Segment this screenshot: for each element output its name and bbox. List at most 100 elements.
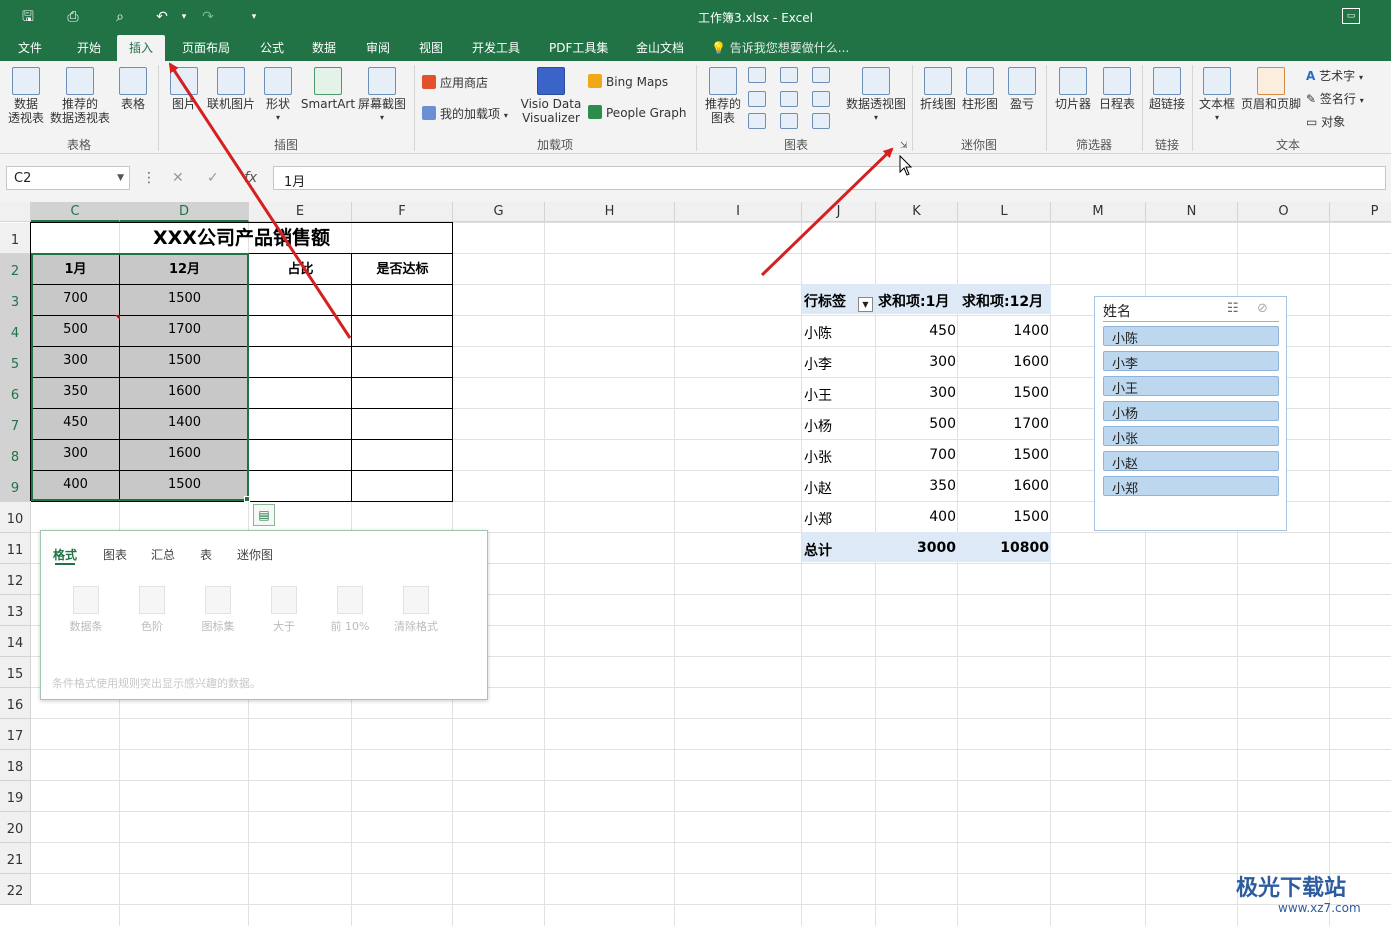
qa-data-bars[interactable]: 数据条 (56, 586, 116, 634)
shapes-button[interactable]: 形状 ▾ (262, 67, 294, 125)
qa-tab-charts[interactable]: 图表 (103, 546, 127, 563)
sparkline-line-button[interactable]: 折线图 (918, 67, 958, 111)
qa-top-10[interactable]: 前 10% (320, 586, 380, 634)
multi-select-icon[interactable]: ☷ (1227, 301, 1239, 316)
column-header-l[interactable]: L (958, 202, 1051, 222)
tab-kingsoft-docs[interactable]: 金山文档 (636, 39, 684, 56)
qa-tab-tables[interactable]: 表 (200, 546, 212, 563)
pivot-total-jan[interactable]: 3000 (876, 540, 956, 556)
tab-review[interactable]: 审阅 (366, 39, 390, 56)
recommended-pivot-button[interactable]: 推荐的 数据透视表 (48, 67, 112, 125)
pivot-row-dec[interactable]: 1600 (958, 478, 1049, 494)
formula-input[interactable]: 1月 (273, 166, 1386, 190)
waterfall-chart-icon[interactable] (812, 67, 830, 83)
cancel-icon[interactable]: ✕ (172, 170, 184, 186)
sparkline-winloss-button[interactable]: 盈亏 (1004, 67, 1040, 111)
pivot-row-jan[interactable]: 700 (876, 447, 956, 463)
pivot-row-jan[interactable]: 400 (876, 509, 956, 525)
column-header-e[interactable]: E (249, 202, 352, 222)
qa-icon-set[interactable]: 图标集 (188, 586, 248, 634)
recommended-charts-button[interactable]: 推荐的 图表 (702, 67, 744, 125)
row-header-12[interactable]: 12 (0, 564, 31, 595)
picture-button[interactable]: 图片 (168, 67, 200, 111)
qa-tab-totals[interactable]: 汇总 (151, 546, 175, 563)
row-header-18[interactable]: 18 (0, 750, 31, 781)
qa-tab-format[interactable]: 格式 (53, 546, 77, 563)
pie-chart-icon[interactable] (748, 113, 766, 129)
row-header-22[interactable]: 22 (0, 874, 31, 905)
row-header-1[interactable]: 1 (0, 223, 31, 254)
hierarchy-chart-icon[interactable] (780, 67, 798, 83)
table-header-cell[interactable]: 占比 (249, 254, 352, 285)
tab-page-layout[interactable]: 页面布局 (182, 39, 230, 56)
row-header-19[interactable]: 19 (0, 781, 31, 812)
header-footer-button[interactable]: 页眉和页脚 (1240, 67, 1302, 111)
line-chart-icon[interactable] (748, 91, 766, 107)
pivot-sum-dec-header[interactable]: 求和项:12月 (962, 291, 1043, 311)
error-indicator-icon[interactable] (115, 315, 120, 320)
smartart-button[interactable]: SmartArt (300, 67, 356, 111)
column-header-c[interactable]: C (31, 202, 120, 222)
column-header-p[interactable]: P (1330, 202, 1391, 222)
row-header-9[interactable]: 9 (0, 471, 31, 502)
tab-insert[interactable]: 插入 (117, 35, 166, 61)
visio-visualizer-button[interactable]: Visio Data Visualizer (520, 67, 582, 125)
column-chart-icon[interactable] (748, 67, 766, 83)
slicer-item[interactable]: 小张 (1103, 426, 1279, 447)
tab-data[interactable]: 数据 (312, 39, 336, 56)
row-header-10[interactable]: 10 (0, 502, 31, 533)
row-header-6[interactable]: 6 (0, 378, 31, 409)
hyperlink-button[interactable]: 超链接 (1146, 67, 1188, 111)
scatter-chart-icon[interactable] (780, 113, 798, 129)
screenshot-button[interactable]: 屏幕截图 ▾ (356, 67, 408, 125)
column-header-h[interactable]: H (545, 202, 675, 222)
pivot-row-name[interactable]: 小郑 (804, 509, 832, 529)
pivot-row-label[interactable]: 行标签 (804, 291, 846, 311)
tab-developer[interactable]: 开发工具 (472, 39, 520, 56)
qa-greater-than[interactable]: 大于 (254, 586, 314, 634)
row-header-16[interactable]: 16 (0, 688, 31, 719)
pivot-row-dec[interactable]: 1500 (958, 509, 1049, 525)
table-header-cell[interactable]: 是否达标 (352, 254, 453, 285)
object-button[interactable]: ▭ 对象 (1306, 113, 1345, 130)
tab-formulas[interactable]: 公式 (260, 39, 284, 56)
pivot-row-name[interactable]: 小杨 (804, 416, 832, 436)
column-header-d[interactable]: D (120, 202, 249, 222)
tell-me-search[interactable]: 💡 告诉我您想要做什么... (711, 39, 849, 56)
combo-chart-icon[interactable] (812, 91, 830, 107)
pivot-row-dec[interactable]: 1400 (958, 323, 1049, 339)
slicer-item[interactable]: 小陈 (1103, 326, 1279, 347)
row-header-13[interactable]: 13 (0, 595, 31, 626)
quick-analysis-icon[interactable]: ▤ (253, 504, 275, 526)
worksheet-grid[interactable]: CDEFGHIJKLMNOP 1 2 3 4 5 6 7 8 9 10 11 12 13 14 15 16 17… (0, 202, 1391, 926)
row-header-17[interactable]: 17 (0, 719, 31, 750)
pivot-sum-jan-header[interactable]: 求和项:1月 (878, 291, 949, 311)
my-addins-button[interactable]: 我的加载项 ▾ (422, 105, 508, 122)
column-header-g[interactable]: G (453, 202, 545, 222)
slicer-item[interactable]: 小王 (1103, 376, 1279, 397)
row-header-5[interactable]: 5 (0, 347, 31, 378)
row-header-21[interactable]: 21 (0, 843, 31, 874)
table-button[interactable]: 表格 (116, 67, 150, 111)
pivot-row-dec[interactable]: 1500 (958, 447, 1049, 463)
qa-clear-format[interactable]: 清除格式 (386, 586, 446, 634)
tab-view[interactable]: 视图 (419, 39, 443, 56)
row-header-15[interactable]: 15 (0, 657, 31, 688)
row-header-8[interactable]: 8 (0, 440, 31, 471)
slicer-item[interactable]: 小杨 (1103, 401, 1279, 422)
qa-tab-sparklines[interactable]: 迷你图 (237, 546, 273, 563)
people-graph-button[interactable]: People Graph (588, 105, 687, 120)
slicer-item[interactable]: 小李 (1103, 351, 1279, 372)
pivot-row-jan[interactable]: 300 (876, 354, 956, 370)
bing-maps-button[interactable]: Bing Maps (588, 74, 668, 89)
function-icon[interactable]: fx (244, 170, 257, 186)
row-header-7[interactable]: 7 (0, 409, 31, 440)
statistic-chart-icon[interactable] (780, 91, 798, 107)
pivot-row-dec[interactable]: 1500 (958, 385, 1049, 401)
slicer-item[interactable]: 小郑 (1103, 476, 1279, 497)
pivot-row-name[interactable]: 小张 (804, 447, 832, 467)
tab-home[interactable]: 开始 (77, 39, 101, 56)
slicer-name[interactable]: 姓名 ☷ ⊘ 小陈 小李 小王 小杨 小张 小赵 小郑 (1094, 296, 1287, 531)
row-header-2[interactable]: 2 (0, 254, 31, 285)
row-header-14[interactable]: 14 (0, 626, 31, 657)
